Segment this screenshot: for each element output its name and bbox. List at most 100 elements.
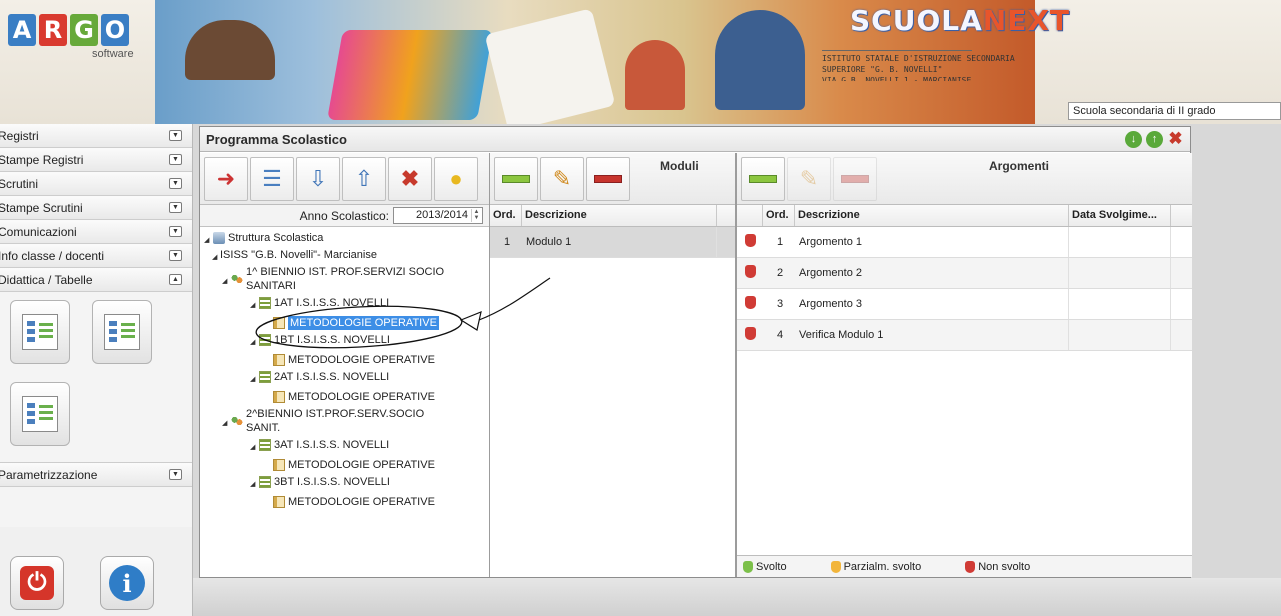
edit-modulo-button[interactable]: ✎ [540,157,584,201]
export-button[interactable]: ⇧ [342,157,386,201]
expand-icon[interactable]: ▼ [169,469,182,480]
tree-node[interactable]: ◢ 1BT I.S.I.S.S. NOVELLI [204,333,485,350]
tree-node[interactable]: ◢ 2^BIENNIO IST.PROF.SERV.SOCIO SANIT. [204,407,485,435]
menu-item-label: Didattica / Tabelle [0,272,93,287]
col-data-svolgimento[interactable]: Data Svolgime... [1069,205,1171,226]
menu-item-info-classe[interactable]: Info classe / docenti ▼ [0,244,192,268]
tree-node[interactable]: ◢ 1AT I.S.I.S.S. NOVELLI [204,296,485,313]
statistiche-icon[interactable] [10,382,70,446]
menu-item-didattica[interactable]: Didattica / Tabelle ▲ [0,268,192,292]
cell-descrizione: Argomento 1 [795,227,1069,257]
expanded-icon[interactable]: ◢ [212,251,220,265]
edit-argomento-button[interactable]: ✎ [787,157,831,201]
moduli-table-header: Ord. Descrizione [490,205,735,227]
menu-item-stampe-registri[interactable]: Stampe Registri ▼ [0,148,192,172]
tree-node[interactable]: ◢ 2AT I.S.I.S.S. NOVELLI [204,370,485,387]
cell-descrizione: Argomento 3 [795,289,1069,319]
tree-node[interactable]: ◢ 3BT I.S.I.S.S. NOVELLI [204,475,485,492]
subject-icon [273,459,285,471]
edit-icon: ✎ [552,166,572,191]
left-menu: Registri ▼ Stampe Registri ▼ Scrutini ▼ Sta… [0,124,193,616]
expand-icon[interactable]: ▼ [169,250,182,261]
cell-ord: 3 [777,298,784,310]
tree-node[interactable]: ◢ 1^ BIENNIO IST. PROF.SERVIZI SOCIO SANI… [204,265,485,293]
expand-icon[interactable]: ▼ [169,226,182,237]
col-descrizione[interactable]: Descrizione [795,205,1069,226]
col-ord[interactable]: Ord. [490,205,522,226]
expand-icon[interactable]: ▼ [169,202,182,213]
expanded-icon[interactable]: ◢ [222,417,230,431]
tree-node-label: 1BT I.S.I.S.S. NOVELLI [274,334,390,346]
table-row[interactable]: 1 Argomento 1 [737,227,1192,258]
delete-modulo-button[interactable] [586,157,630,201]
menu-item-parametrizzazione[interactable]: Parametrizzazione ▼ [0,463,192,487]
cell-ord: 1 [777,236,784,248]
expand-icon[interactable]: ▼ [169,178,182,189]
tree-node[interactable]: ◢ Struttura Scolastica [204,231,485,248]
logo-letter: R [39,14,67,46]
brand-scuola: SCUOLA [850,4,983,37]
tree-node-label: ISISS "G.B. Novelli"- Marcianise [220,249,377,261]
cell-descrizione: Argomento 2 [795,258,1069,288]
tree-node-selected[interactable]: METODOLOGIE OPERATIVE [204,316,485,330]
expanded-icon[interactable]: ◢ [250,336,258,350]
expanded-icon[interactable]: ◢ [204,234,212,248]
expanded-icon[interactable]: ◢ [250,441,258,455]
delete-argomento-button[interactable] [833,157,877,201]
programma-window: Programma Scolastico ↓ ↑ ✖ ➜ ☰ ⇩ ⇧ ✖ ● A… [199,126,1192,578]
argo-logo: A R G O [8,14,129,46]
tree-node-label: METODOLOGIE OPERATIVE [288,354,435,366]
info-button[interactable]: i [100,556,154,610]
tree-node[interactable]: METODOLOGIE OPERATIVE [204,390,485,404]
expanded-icon[interactable]: ◢ [250,299,258,313]
add-argomento-button[interactable] [741,157,785,201]
programma-icon[interactable] [10,300,70,364]
info-icon: i [109,565,145,601]
expanded-icon[interactable]: ◢ [222,275,230,289]
school-year-spinner[interactable]: 2013/2014 ▲ ▼ [393,207,483,224]
header-banner: A R G O software SCUOLANEXT ISTITUTO STA… [0,0,1281,124]
tree-node[interactable]: METODOLOGIE OPERATIVE [204,458,485,472]
delete-button[interactable]: ✖ [388,157,432,201]
menu-item-label: Comunicazioni [0,224,77,239]
hint-button[interactable]: ● [434,157,478,201]
menu-item-registri[interactable]: Registri ▼ [0,124,192,148]
close-icon[interactable]: ✖ [1167,129,1184,148]
course-icon [231,415,243,427]
logout-button[interactable]: ⏻ [10,556,64,610]
tabelle-icon[interactable] [92,300,152,364]
collapse-icon[interactable]: ▲ [169,274,182,285]
list-button[interactable]: ☰ [250,157,294,201]
exit-button[interactable]: ➜ [204,157,248,201]
col-ord[interactable]: Ord. [763,205,795,226]
tree-node-label: METODOLOGIE OPERATIVE [288,496,435,508]
logo-letter: A [8,14,36,46]
menu-item-comunicazioni[interactable]: Comunicazioni ▼ [0,220,192,244]
table-row[interactable]: 3 Argomento 3 [737,289,1192,320]
move-down-icon[interactable]: ↓ [1125,130,1142,148]
tree-node[interactable]: METODOLOGIE OPERATIVE [204,353,485,367]
export-icon: ⇧ [354,166,374,191]
tree-node[interactable]: METODOLOGIE OPERATIVE [204,495,485,509]
spinner-arrows-icon[interactable]: ▲ ▼ [471,209,481,222]
table-row[interactable]: 4 Verifica Modulo 1 [737,320,1192,351]
menu-item-scrutini[interactable]: Scrutini ▼ [0,172,192,196]
import-button[interactable]: ⇩ [296,157,340,201]
table-row[interactable]: 2 Argomento 2 [737,258,1192,289]
add-modulo-button[interactable] [494,157,538,201]
tree-node[interactable]: ◢ 3AT I.S.I.S.S. NOVELLI [204,438,485,455]
structure-icon [213,232,225,244]
tree-node[interactable]: ◢ ISISS "G.B. Novelli"- Marcianise [204,204,1035,265]
col-descrizione[interactable]: Descrizione [522,205,717,226]
cell-descrizione: Modulo 1 [522,227,717,257]
move-up-icon[interactable]: ↑ [1146,130,1163,148]
expanded-icon[interactable]: ◢ [250,478,258,492]
menu-item-stampe-scrutini[interactable]: Stampe Scrutini ▼ [0,196,192,220]
expand-icon[interactable]: ▼ [169,130,182,141]
expanded-icon[interactable]: ◢ [250,373,258,387]
expand-icon[interactable]: ▼ [169,154,182,165]
power-icon: ⏻ [20,566,54,600]
school-type-field[interactable]: Scuola secondaria di II grado [1068,102,1281,120]
non-svolto-status-icon [745,265,756,278]
table-row[interactable]: 1 Modulo 1 [490,227,735,258]
